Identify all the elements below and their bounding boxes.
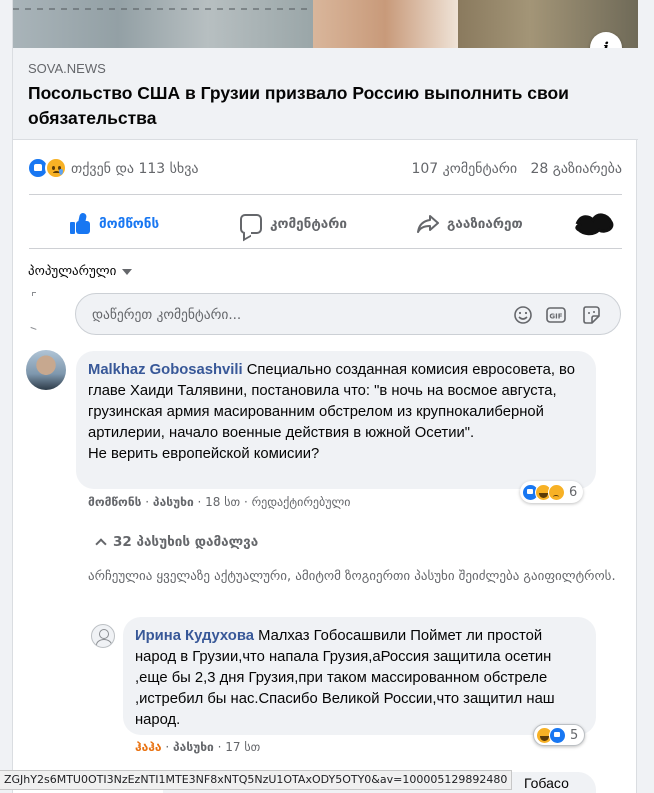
- comment-button-label: კომენტარი: [270, 216, 347, 232]
- comment-reactions[interactable]: 6: [520, 481, 584, 503]
- hide-replies-button[interactable]: 32 პასუხის დამალვა: [95, 534, 259, 550]
- thread-line-mark: [30, 324, 38, 330]
- comment-sort-dropdown[interactable]: პოპულარული: [28, 264, 133, 279]
- shares-count[interactable]: 28 გაზიარება: [531, 161, 622, 177]
- comment-author[interactable]: Malkhaz Gobosashvili: [88, 362, 243, 378]
- link-headline[interactable]: Посольство США в Грузии призвало Россию …: [28, 81, 618, 131]
- partial-comment-text: Гобасо: [524, 775, 569, 791]
- like-button-label: მომწონს: [99, 216, 160, 232]
- post-action-bar: მომწონს კომენტარი გააზიარეთ: [13, 202, 638, 246]
- svg-text:GIF: GIF: [549, 313, 562, 321]
- comment-author[interactable]: Ирина Кудухова: [135, 628, 254, 644]
- comment-time[interactable]: 18 სთ: [205, 495, 240, 509]
- share-button-label: გააზიარეთ: [447, 216, 523, 232]
- preview-image-person: [313, 0, 458, 48]
- comment-like-link[interactable]: მომწონს: [88, 495, 141, 509]
- link-preview-image[interactable]: [13, 0, 638, 48]
- comment-time[interactable]: 17 სთ: [225, 740, 260, 754]
- divider: [29, 248, 622, 249]
- comment-text-2: Не верить европейской комисии?: [88, 446, 320, 462]
- link-source: SOVA.NEWS: [28, 61, 106, 76]
- comment-button[interactable]: კომენტარი: [240, 202, 347, 246]
- reaction-count: 5: [570, 727, 579, 743]
- browser-status-url: ZGJhY2s6MTU0OTI3NzEzNTI1MTE3NF8xNTQ5NzU1…: [0, 770, 513, 790]
- chevron-up-icon: [95, 538, 107, 550]
- comment-bubble: Ирина Кудухова Малхаз Гобосашвили Поймет…: [123, 617, 596, 735]
- reactions-summary: თქვენ და 113 სხვა 107 კომენტარი 28 გაზია…: [13, 152, 638, 188]
- emoji-icon[interactable]: [513, 305, 533, 325]
- share-button[interactable]: გააზიარეთ: [417, 202, 523, 246]
- avatar[interactable]: [91, 624, 115, 648]
- comment-reply-link[interactable]: პასუხი: [153, 495, 194, 509]
- comment-reactions[interactable]: 5: [533, 724, 586, 746]
- avatar[interactable]: [26, 350, 66, 390]
- like-icon: [549, 726, 566, 744]
- filter-notice: არჩეულია ყველაზე აქტუალური, ამიტომ ზოგიე…: [88, 569, 616, 584]
- reaction-count: 6: [569, 484, 578, 500]
- comment-meta: ჰაჰა · პასუხი · 17 სთ: [135, 740, 261, 754]
- divider: [29, 194, 622, 195]
- post-card: i SOVA.NEWS Посольство США в Грузии приз…: [12, 0, 638, 793]
- gif-icon[interactable]: GIF: [546, 305, 566, 325]
- sad-icon[interactable]: [45, 157, 67, 179]
- comment-input-placeholder: დაწერეთ კომენტარი...: [92, 307, 242, 323]
- comments-count[interactable]: 107 კომენტარი: [411, 161, 517, 177]
- reactions-count-text[interactable]: თქვენ და 113 სხვა: [71, 161, 199, 177]
- redaction-scribble: [575, 213, 614, 236]
- share-arrow-icon: [417, 215, 439, 233]
- thread-line-mark: [32, 292, 36, 296]
- thumbs-up-icon: [69, 212, 91, 235]
- comment-reply-link[interactable]: პასუხი: [173, 740, 214, 754]
- comment-bubble-icon: [240, 214, 262, 234]
- comment-input[interactable]: დაწერეთ კომენტარი... GIF: [75, 293, 621, 335]
- comment-bubble: Malkhaz Gobosashvili Специально созданна…: [76, 351, 596, 489]
- sticker-icon[interactable]: [581, 305, 601, 325]
- comment-haha-link[interactable]: ჰაჰა: [135, 740, 162, 754]
- preview-barbed-wire: [13, 8, 313, 10]
- caret-down-icon: [122, 268, 133, 275]
- comments-shares-count: 107 კომენტარი 28 გაზიარება: [411, 161, 622, 177]
- hide-replies-label: 32 პასუხის დამალვა: [113, 534, 259, 550]
- like-button[interactable]: მომწონს: [69, 202, 159, 246]
- link-preview-meta[interactable]: SOVA.NEWS Посольство США в Грузии призва…: [13, 48, 638, 140]
- comment-meta: მომწონს · პასუხი · 18 სთ · რედაქტირებული: [88, 495, 351, 509]
- edited-label[interactable]: რედაქტირებული: [252, 495, 351, 509]
- sort-label: პოპულარული: [28, 264, 117, 279]
- sad-icon: [548, 483, 565, 501]
